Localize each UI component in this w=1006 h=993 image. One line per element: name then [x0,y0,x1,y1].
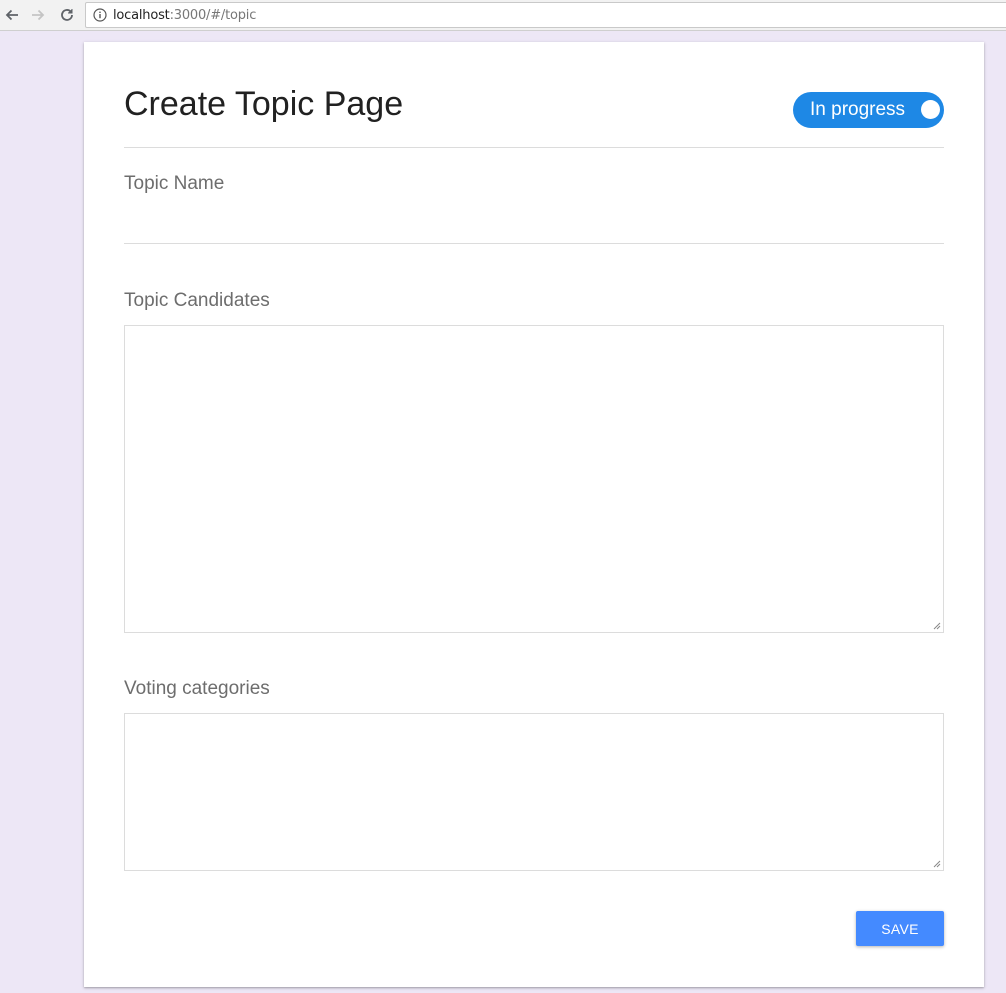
topic-candidates-textarea[interactable] [124,325,944,633]
url-path: :3000/#/topic [169,7,257,23]
voting-categories-textarea[interactable] [124,713,944,871]
topic-form-card: Create Topic Page In progress Topic Name… [84,42,984,987]
topic-candidates-label: Topic Candidates [124,290,270,311]
header-divider [124,147,944,148]
reload-icon [61,9,73,21]
topic-name-input[interactable] [124,207,944,244]
back-button[interactable] [1,4,23,26]
info-icon [93,8,107,22]
address-bar[interactable]: localhost:3000/#/topic [85,2,1006,28]
resize-grip-icon[interactable] [932,859,941,868]
topic-name-label: Topic Name [124,173,225,194]
arrow-right-icon [32,9,45,21]
browser-toolbar: localhost:3000/#/topic [0,0,1006,31]
url-text: localhost:3000/#/topic [113,8,256,23]
forward-button[interactable] [27,4,49,26]
arrow-left-icon [5,9,18,21]
reload-button[interactable] [56,4,78,26]
status-toggle-label: In progress [810,99,906,120]
save-button[interactable]: SAVE [856,911,944,946]
toggle-knob [921,100,940,119]
voting-categories-label: Voting categories [124,678,270,699]
resize-grip-icon[interactable] [932,621,941,630]
status-toggle[interactable]: In progress [793,92,944,128]
url-host: localhost [113,7,170,23]
page-title: Create Topic Page [124,85,404,123]
